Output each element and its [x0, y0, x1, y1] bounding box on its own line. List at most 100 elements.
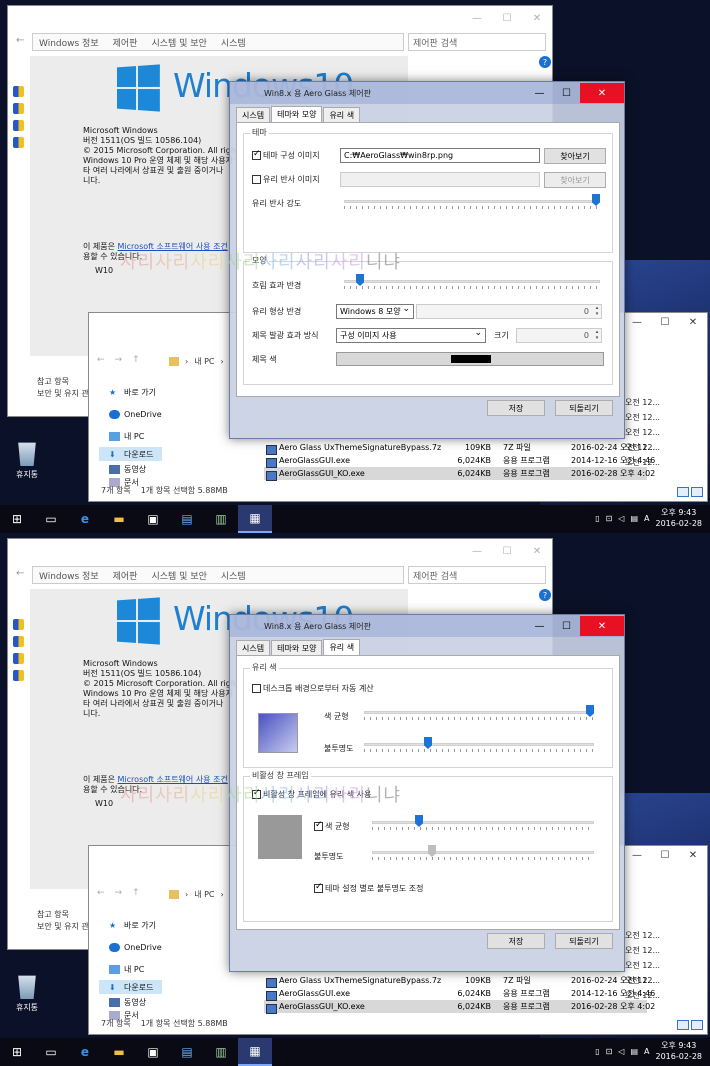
file-row[interactable]: AeroGlassGUI_KO.exe 6,024KB 응용 프로그램 2016-02…	[264, 467, 655, 481]
address-bar[interactable]: Windows 정보 제어판 시스템 및 보안 시스템	[32, 33, 404, 51]
breadcrumb-system[interactable]: 시스템	[221, 569, 246, 582]
glass-color-swatch[interactable]	[258, 713, 298, 753]
store-icon[interactable]: ▣	[136, 1038, 170, 1066]
recycle-bin[interactable]: 휴지통	[10, 973, 44, 1013]
network-icon[interactable]: ⊡	[606, 1047, 613, 1056]
opacity-slider[interactable]	[364, 737, 594, 753]
search-input[interactable]: 제어판 검색	[408, 566, 546, 584]
volume-icon[interactable]: ◁	[618, 1047, 624, 1056]
notification-icon[interactable]: ▤	[630, 1047, 638, 1056]
maximize-icon[interactable]: ☐	[553, 616, 580, 636]
app-icon[interactable]: ▤	[170, 1038, 204, 1066]
save-button[interactable]: 저장	[487, 400, 545, 416]
breadcrumb-system-security[interactable]: 시스템 및 보안	[151, 569, 206, 582]
task-view-icon[interactable]: ▭	[34, 1038, 68, 1066]
clock[interactable]: 오후 9:43 2016-02-28	[656, 507, 703, 529]
details-view-icon[interactable]	[677, 1020, 689, 1030]
tab-system[interactable]: 시스템	[236, 107, 271, 123]
save-button[interactable]: 저장	[487, 933, 545, 949]
shield-icon[interactable]	[13, 86, 24, 97]
dialog-titlebar[interactable]: Win8.x 용 Aero Glass 제어판 — ☐ ✕	[230, 82, 624, 104]
breadcrumb-control-panel[interactable]: 제어판	[113, 569, 138, 582]
battery-icon[interactable]: ▯	[595, 1047, 599, 1056]
explorer-address[interactable]: › 내 PC ›	[169, 886, 224, 902]
details-view-icon[interactable]	[677, 487, 689, 497]
ime-icon[interactable]: A	[644, 514, 649, 523]
shield-icon[interactable]	[13, 120, 24, 131]
aero-glass-app-icon[interactable]: ▦	[238, 1038, 272, 1066]
tab-glass-color[interactable]: 유리 색	[323, 639, 361, 655]
shield-icon[interactable]	[13, 636, 24, 647]
file-explorer-icon[interactable]: ▬	[102, 505, 136, 533]
back-icon[interactable]: ←	[16, 35, 24, 46]
shield-icon[interactable]	[13, 670, 24, 681]
shield-icon[interactable]	[13, 137, 24, 148]
glass-shape-select[interactable]: Windows 8 모양	[336, 304, 414, 319]
ime-icon[interactable]: A	[644, 1047, 649, 1056]
nav-quick-access[interactable]: ★ 바로 가기	[99, 914, 162, 936]
close-icon[interactable]: ✕	[580, 616, 624, 636]
breadcrumb-windows-info[interactable]: Windows 정보	[39, 36, 99, 49]
nav-downloads[interactable]: ⬇ 다운로드	[99, 447, 162, 461]
app-icon[interactable]: ▤	[170, 505, 204, 533]
file-row[interactable]: AeroGlassGUI_KO.exe 6,024KB 응용 프로그램 2016-02…	[264, 1000, 655, 1014]
edge-icon[interactable]: e	[68, 505, 102, 533]
close-icon[interactable]: ✕	[679, 846, 707, 864]
up-icon[interactable]: ↑	[132, 888, 140, 898]
minimize-icon[interactable]: —	[623, 313, 651, 331]
theme-image-path[interactable]: C:₩AeroGlass₩win8rp.png	[340, 148, 540, 163]
minimize-icon[interactable]: —	[623, 846, 651, 864]
file-row[interactable]: AeroGlassGUI.exe 6,024KB 응용 프로그램 2014-12-16…	[264, 987, 655, 1001]
start-icon[interactable]: ⊞	[0, 505, 34, 533]
file-explorer-icon[interactable]: ▬	[102, 1038, 136, 1066]
title-color-picker[interactable]	[336, 352, 604, 366]
inactive-balance-checkbox[interactable]: 색 균형	[314, 820, 350, 832]
address-bar[interactable]: Windows 정보 제어판 시스템 및 보안 시스템	[32, 566, 404, 584]
nav-videos[interactable]: 동영상	[99, 994, 162, 1010]
maximize-icon[interactable]: ☐	[651, 313, 679, 331]
close-icon[interactable]: ✕	[679, 313, 707, 331]
file-row[interactable]: AeroGlassGUI.exe 6,024KB 응용 프로그램 2014-12-16…	[264, 454, 655, 468]
reflection-strength-slider[interactable]	[344, 194, 600, 210]
nav-onedrive[interactable]: OneDrive	[99, 936, 162, 958]
forward-icon[interactable]: →	[115, 888, 123, 898]
back-icon[interactable]: ←	[97, 888, 105, 898]
nav-downloads[interactable]: ⬇ 다운로드	[99, 980, 162, 994]
app-icon[interactable]: ▥	[204, 1038, 238, 1066]
blur-radius-slider[interactable]	[344, 274, 600, 290]
volume-icon[interactable]: ◁	[618, 514, 624, 523]
notification-icon[interactable]: ▤	[630, 514, 638, 523]
back-icon[interactable]: ←	[16, 568, 24, 579]
auto-color-checkbox[interactable]: 데스크톱 배경으로부터 자동 계산	[252, 683, 374, 694]
revert-button[interactable]: 되돌리기	[555, 400, 613, 416]
maximize-icon[interactable]: ☐	[651, 846, 679, 864]
start-icon[interactable]: ⊞	[0, 1038, 34, 1066]
size-spinner[interactable]: 0	[516, 328, 602, 343]
file-row[interactable]: Aero Glass UxThemeSignatureBypass.7z 109K…	[264, 441, 655, 455]
license-link[interactable]: Microsoft 소프트웨어 사용 조건	[118, 242, 228, 251]
tab-system[interactable]: 시스템	[236, 640, 271, 656]
dialog-titlebar[interactable]: Win8.x 용 Aero Glass 제어판 — ☐ ✕	[230, 615, 624, 637]
color-balance-slider[interactable]	[364, 705, 594, 721]
browse-theme-button[interactable]: 찾아보기	[544, 148, 606, 164]
close-icon[interactable]: ✕	[580, 83, 624, 103]
reflection-image-checkbox[interactable]: 유리 반사 이미지	[252, 174, 320, 185]
store-icon[interactable]: ▣	[136, 505, 170, 533]
edge-icon[interactable]: e	[68, 1038, 102, 1066]
maximize-icon[interactable]: ☐	[553, 83, 580, 103]
recycle-bin[interactable]: 휴지통	[10, 440, 44, 480]
large-icons-view-icon[interactable]	[691, 1020, 703, 1030]
app-icon[interactable]: ▥	[204, 505, 238, 533]
shield-icon[interactable]	[13, 103, 24, 114]
inactive-use-checkbox[interactable]: 비활성 창 프레임에 유리 색 사용	[252, 788, 371, 800]
license-link[interactable]: Microsoft 소프트웨어 사용 조건	[118, 775, 228, 784]
back-icon[interactable]: ←	[97, 355, 105, 365]
minimize-icon[interactable]: —	[526, 616, 553, 636]
shield-icon[interactable]	[13, 619, 24, 630]
nav-my-pc[interactable]: 내 PC	[99, 958, 162, 980]
revert-button[interactable]: 되돌리기	[555, 933, 613, 949]
large-icons-view-icon[interactable]	[691, 487, 703, 497]
nav-quick-access[interactable]: ★ 바로 가기	[99, 381, 162, 403]
network-icon[interactable]: ⊡	[606, 514, 613, 523]
inactive-balance-slider[interactable]	[372, 815, 594, 831]
